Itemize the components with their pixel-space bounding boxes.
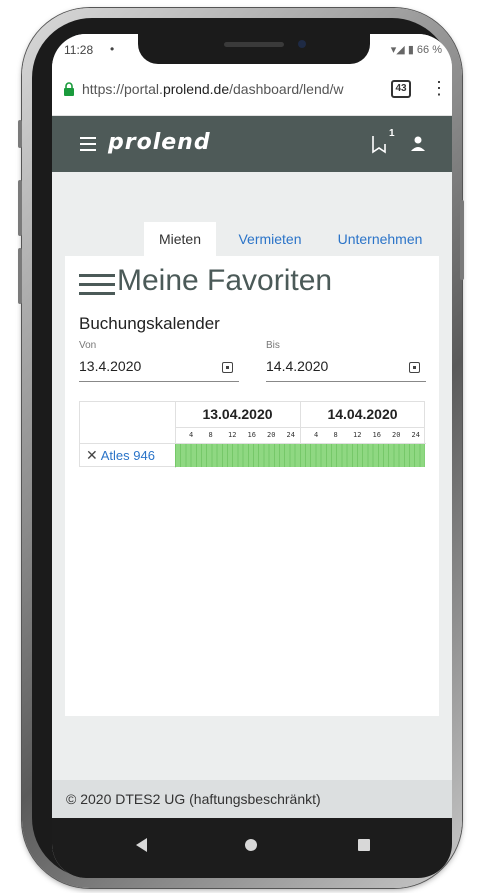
phone-power-button: [460, 200, 464, 280]
speaker-grille: [224, 42, 284, 47]
status-dot: •: [110, 42, 115, 56]
booking-calendar-grid: 13.04.2020 14.04.2020 ✕ Atles 946 4 8 12 16 2…: [79, 401, 426, 468]
android-nav-bar: [52, 818, 452, 878]
remove-favorite-icon[interactable]: ✕: [86, 447, 98, 463]
notification-icon[interactable]: [370, 134, 388, 154]
calendar-icon[interactable]: [409, 362, 420, 373]
section-title: Buchungskalender: [79, 314, 220, 333]
from-date-field[interactable]: Von 13.4.2020: [79, 340, 239, 382]
calendar-hour-tick: 4: [314, 431, 319, 439]
url-text[interactable]: https://portal.prolend.de/dashboard/lend…: [82, 81, 378, 97]
tab-vermieten[interactable]: Vermieten: [230, 222, 310, 256]
calendar-hour-tick: 24: [286, 431, 295, 439]
tab-unternehmen[interactable]: Unternehmen: [330, 222, 430, 256]
list-menu-icon[interactable]: [79, 274, 115, 296]
calendar-hour-tick: 16: [372, 431, 381, 439]
calendar-hour-tick: 24: [411, 431, 420, 439]
page-title: Meine Favoriten: [117, 264, 333, 297]
browser-url-bar: https://portal.prolend.de/dashboard/lend…: [52, 64, 452, 116]
home-icon[interactable]: [245, 839, 257, 851]
to-date-label: Bis: [266, 340, 280, 351]
from-date-value[interactable]: 13.4.2020: [79, 358, 141, 374]
footer: © 2020 DTES2 UG (haftungsbeschränkt): [52, 780, 452, 818]
favorites-card: Meine Favoriten Buchungskalender Von 13.…: [65, 256, 439, 716]
url-prefix: https://portal.: [82, 81, 163, 97]
back-icon[interactable]: [136, 838, 147, 852]
status-time: 11:28: [64, 43, 94, 57]
calendar-hour-tick: 16: [247, 431, 256, 439]
to-date-value[interactable]: 14.4.2020: [266, 358, 328, 374]
calendar-date-header: 14.04.2020: [327, 406, 398, 422]
phone-volume-up: [18, 180, 22, 236]
section-tabs: Mieten Vermieten Unternehmen: [144, 222, 434, 256]
tab-switcher-button[interactable]: 43: [391, 80, 411, 98]
camera-notch: [138, 34, 370, 64]
calendar-hour-tick: 8: [208, 431, 213, 439]
front-camera: [298, 40, 306, 48]
tab-mieten[interactable]: Mieten: [144, 222, 216, 256]
calendar-hour-tick: 12: [353, 431, 362, 439]
hamburger-menu-icon[interactable]: [80, 137, 96, 151]
user-icon[interactable]: [410, 135, 426, 153]
resource-link[interactable]: Atles 946: [101, 448, 155, 463]
to-date-field[interactable]: Bis 14.4.2020: [266, 340, 426, 382]
lock-icon: [64, 82, 74, 96]
calendar-hour-tick: 12: [228, 431, 237, 439]
status-icons: ▾◢ ▮ 66 %: [390, 44, 442, 56]
notification-badge: 1: [389, 128, 395, 139]
calendar-hour-tick: 4: [189, 431, 194, 439]
from-date-label: Von: [79, 340, 97, 351]
calendar-icon[interactable]: [222, 362, 233, 373]
recent-apps-icon[interactable]: [358, 839, 370, 851]
calendar-hour-tick: 20: [267, 431, 276, 439]
phone-screen: 11:28 • ▾◢ ▮ 66 % https://portal.prolend…: [52, 34, 452, 878]
url-host: prolend.de: [162, 81, 230, 97]
resource-row-label: ✕ Atles 946: [86, 447, 155, 464]
calendar-hour-tick: 20: [392, 431, 401, 439]
browser-menu-icon[interactable]: ⋮: [430, 78, 448, 98]
calendar-hour-tick: 8: [333, 431, 338, 439]
booking-availability-bar[interactable]: [175, 444, 425, 467]
app-header: prolend 1: [52, 116, 452, 172]
phone-volume-down: [18, 248, 22, 304]
prolend-logo[interactable]: prolend: [108, 130, 211, 155]
calendar-date-header: 13.04.2020: [202, 406, 273, 422]
url-path: /dashboard/lend/w: [229, 81, 344, 97]
phone-side-button: [18, 120, 22, 148]
